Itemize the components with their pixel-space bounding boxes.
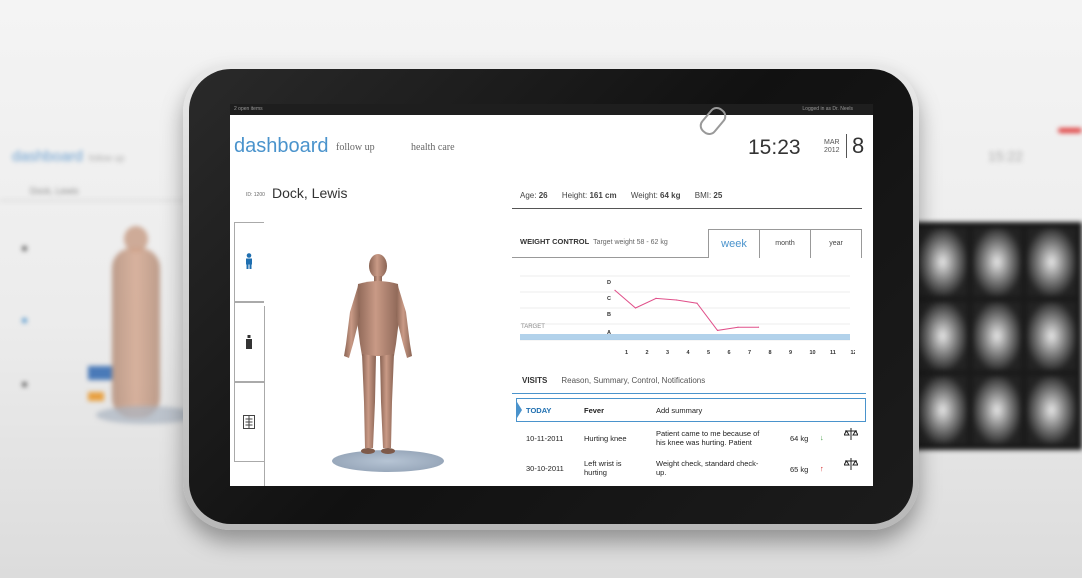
bg-patient-name: Dock, Lewis <box>30 186 79 196</box>
bottle-icon <box>246 335 252 349</box>
xray-image <box>918 302 967 370</box>
divider <box>264 306 265 486</box>
visit-reason: Hurting knee <box>584 434 627 443</box>
divider <box>512 208 862 209</box>
x-tick-label: 10 <box>810 350 816 356</box>
bg-dot <box>22 246 27 251</box>
bg-plate <box>96 406 196 424</box>
bg-tag <box>88 366 112 380</box>
xray-image <box>1027 376 1076 444</box>
xray-image <box>918 228 967 296</box>
patient-name: Dock, Lewis <box>272 185 348 201</box>
weight-control-header: WEIGHT CONTROL Target weight 58 - 62 kg <box>520 237 668 246</box>
visit-weight: 64 kg <box>790 434 809 443</box>
status-left: 2 open items <box>234 106 263 112</box>
data-point <box>675 299 678 301</box>
today-label: TODAY <box>526 406 552 415</box>
y-tick-label: C <box>607 296 611 302</box>
tab-medication[interactable] <box>234 302 264 382</box>
bg-divider <box>0 200 190 201</box>
data-point <box>716 329 719 331</box>
tab-year[interactable]: year <box>810 230 861 258</box>
x-tick-label: 2 <box>646 350 649 356</box>
x-tick-label: 6 <box>728 350 731 356</box>
bg-accent <box>1058 128 1082 133</box>
visit-reason: Left wrist is hurting <box>584 459 622 477</box>
divider <box>512 257 708 258</box>
data-point <box>757 326 760 328</box>
x-tick-label: 1 <box>625 350 628 356</box>
patient-id: ID: 1200 <box>246 192 265 198</box>
tab-body[interactable] <box>234 222 264 302</box>
bg-tag <box>88 392 104 401</box>
spine-icon <box>243 415 255 429</box>
scale-icon[interactable] <box>844 428 858 440</box>
xray-image <box>972 376 1022 444</box>
bg-figure <box>112 248 160 418</box>
data-point <box>614 289 616 291</box>
today-reason: Fever <box>584 406 605 415</box>
visit-date: 30-10-2011 <box>526 464 564 473</box>
status-bar: 2 open items Logged in as Dr. Neels <box>230 104 873 115</box>
tablet-screen: 2 open items Logged in as Dr. Neels dash… <box>230 104 873 486</box>
xray-image <box>972 228 1022 296</box>
xray-image <box>918 376 967 444</box>
date-day: 8 <box>846 134 864 158</box>
xray-image <box>1027 228 1076 296</box>
nav-health-care[interactable]: health care <box>411 142 455 153</box>
bg-dot <box>22 382 27 387</box>
divider <box>512 393 866 394</box>
bg-dot <box>22 318 27 323</box>
tab-spine[interactable] <box>234 382 264 462</box>
bg-time: 15:22 <box>988 148 1024 164</box>
visit-date: 10-11-2011 <box>526 434 564 443</box>
x-tick-label: 5 <box>707 350 710 356</box>
clock-time: 15:23 <box>748 136 801 159</box>
period-tabs: week month year <box>708 229 862 258</box>
tab-week[interactable]: week <box>709 230 759 258</box>
xray-image <box>972 302 1022 370</box>
data-point <box>655 297 657 299</box>
scale-icon[interactable] <box>844 458 858 470</box>
person-icon <box>246 253 252 269</box>
x-tick-label: 4 <box>687 350 691 356</box>
tab-month[interactable]: month <box>759 230 810 258</box>
visits-header: VISITS Reason, Summary, Control, Notifica… <box>522 376 706 385</box>
visit-summary: Patient came to me because of his knee wa… <box>656 429 760 447</box>
dashboard-logo[interactable]: dashboard <box>234 135 329 158</box>
x-tick-label: 3 <box>666 350 669 356</box>
header: dashboard follow up health care 15:23 MA… <box>230 115 873 175</box>
weight-chart: TARGETABCD123456789101112 <box>520 275 856 356</box>
xray-image <box>1027 302 1076 370</box>
y-tick-label: B <box>607 312 611 318</box>
x-tick-label: 11 <box>830 350 836 356</box>
data-point <box>634 307 637 309</box>
bg-logo: dashboard follow up <box>12 148 125 165</box>
xray-grid <box>912 222 1082 450</box>
y-tick-label: A <box>607 330 611 336</box>
y-tick-label: D <box>607 280 611 286</box>
trend-down-icon: ↓ <box>820 433 824 442</box>
x-tick-label: 12 <box>851 350 856 356</box>
x-tick-label: 8 <box>769 350 772 356</box>
side-tabs <box>234 222 264 486</box>
x-tick-label: 9 <box>789 350 792 356</box>
nav-follow-up[interactable]: follow up <box>336 142 375 153</box>
add-summary-link[interactable]: Add summary <box>656 406 702 415</box>
body-model[interactable] <box>338 252 418 460</box>
weight-line <box>614 290 759 331</box>
date-month-year: MAR 2012 <box>824 139 840 154</box>
data-point <box>737 326 739 328</box>
data-point <box>696 302 698 304</box>
patient-stats: Age: 26 Height: 161 cm Weight: 64 kg BMI… <box>520 191 723 200</box>
target-label: TARGET <box>521 324 545 330</box>
visit-weight: 65 kg <box>790 465 809 474</box>
status-right: Logged in as Dr. Neels <box>802 106 853 112</box>
x-tick-label: 7 <box>748 350 751 356</box>
trend-up-icon: ↑ <box>820 464 824 473</box>
visit-summary: Weight check, standard check-up. <box>656 459 759 477</box>
target-band <box>520 334 850 340</box>
